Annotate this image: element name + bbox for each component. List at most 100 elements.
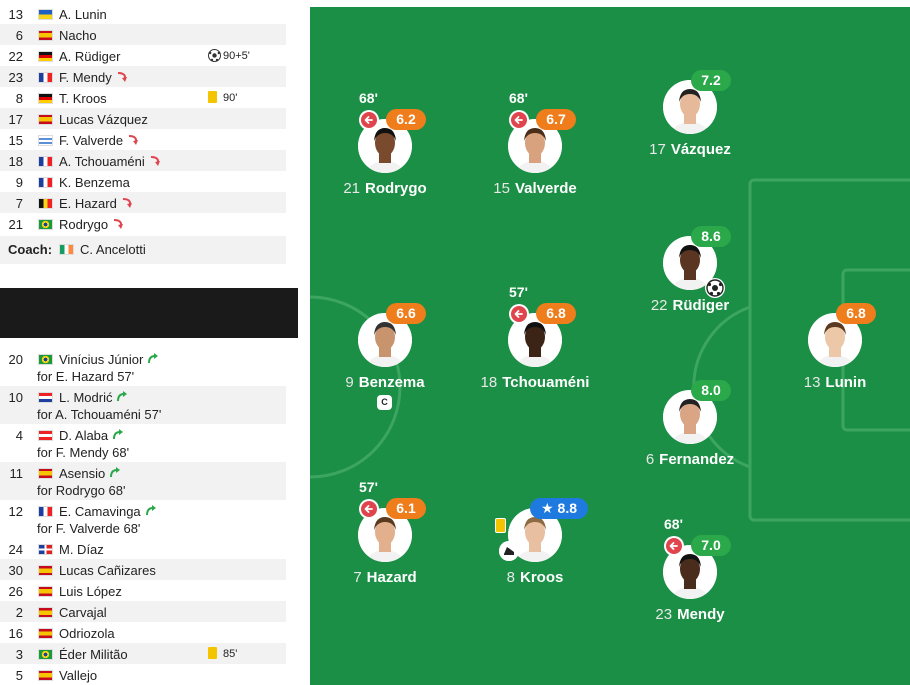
player-label: 13 Lunin bbox=[760, 374, 910, 391]
flag-spain-icon bbox=[38, 607, 53, 618]
pitch-player[interactable]: 6.8 13 Lunin bbox=[775, 290, 895, 410]
coach-row[interactable]: Coach: C. Ancelotti bbox=[0, 236, 286, 264]
player-name[interactable]: Asensio bbox=[59, 466, 121, 481]
substitute-row[interactable]: 20 Vinícius Júnior for E. Hazard 57' bbox=[0, 348, 286, 386]
player-name[interactable]: F. Valverde bbox=[59, 133, 139, 148]
flag-belgium-icon bbox=[38, 198, 53, 209]
substitute-row[interactable]: 4 D. Alaba for F. Mendy 68' bbox=[0, 424, 286, 462]
pitch-player[interactable]: 8.0 6 Fernandez bbox=[630, 367, 750, 487]
substitution-time: 68' bbox=[664, 516, 683, 532]
flag-dominican-icon bbox=[38, 544, 53, 555]
player-rating: 6.7 bbox=[546, 111, 566, 127]
player-name-text: A. Tchouaméni bbox=[59, 154, 145, 169]
pitch-player[interactable]: 6.1 7 Hazard 57' bbox=[325, 479, 445, 605]
sub-in-arrow-icon bbox=[116, 391, 128, 403]
player-name[interactable]: Rodrygo bbox=[59, 217, 124, 232]
player-label: 23 Mendy bbox=[615, 606, 765, 623]
player-name[interactable]: Éder Militão bbox=[59, 647, 128, 662]
player-name[interactable]: Vallejo bbox=[59, 668, 97, 683]
lineup-row[interactable]: 22 A. Rüdiger 90+5' bbox=[0, 45, 286, 66]
pitch-player[interactable]: 6.8 18 Tchouaméni 57' bbox=[475, 284, 595, 410]
player-name[interactable]: Luis López bbox=[59, 584, 122, 599]
bench-row[interactable]: 26 Luis López bbox=[0, 580, 286, 601]
pitch-player[interactable]: ★ 8.8 8 Kroos bbox=[475, 485, 595, 605]
flag-spain-icon bbox=[38, 468, 53, 479]
player-name[interactable]: A. Lunin bbox=[59, 7, 107, 22]
pitch-player[interactable]: 6.7 15 Valverde 68' bbox=[475, 90, 595, 216]
lineup-row[interactable]: 15 F. Valverde bbox=[0, 129, 286, 150]
event-time: 90' bbox=[223, 92, 238, 104]
arrow-left-icon bbox=[361, 112, 377, 128]
lineup-row[interactable]: 17 Lucas Vázquez bbox=[0, 108, 286, 129]
flag-germany-icon bbox=[38, 51, 53, 62]
sub-in-arrow-icon bbox=[112, 429, 124, 441]
player-name[interactable]: Carvajal bbox=[59, 605, 107, 620]
player-name: Tchouaméni bbox=[502, 374, 590, 391]
lineup-row[interactable]: 7 E. Hazard bbox=[0, 192, 286, 213]
player-name: Lunin bbox=[825, 374, 867, 391]
player-name[interactable]: T. Kroos bbox=[59, 91, 107, 106]
bench-row[interactable]: 16 Odriozola bbox=[0, 622, 286, 643]
player-name[interactable]: M. Díaz bbox=[59, 542, 104, 557]
substitute-row[interactable]: 10 L. Modrić for A. Tchouaméni 57' bbox=[0, 386, 286, 424]
shirt-number: 21 bbox=[343, 180, 360, 197]
player-name[interactable]: Lucas Vázquez bbox=[59, 112, 148, 127]
player-rating-badge: 7.0 bbox=[691, 535, 731, 556]
substitution-note: for F. Mendy 68' bbox=[37, 445, 130, 460]
player-name[interactable]: L. Modrić bbox=[59, 390, 128, 405]
player-name[interactable]: A. Tchouaméni bbox=[59, 154, 161, 169]
lineup-row[interactable]: 23 F. Mendy bbox=[0, 66, 286, 87]
player-rating-badge: 6.2 bbox=[386, 109, 426, 130]
player-name[interactable]: Nacho bbox=[59, 28, 97, 43]
substitute-row[interactable]: 11 Asensio for Rodrygo 68' bbox=[0, 462, 286, 500]
bench-row[interactable]: 5 Vallejo bbox=[0, 664, 286, 685]
player-name[interactable]: D. Alaba bbox=[59, 428, 124, 443]
player-rating: 8.6 bbox=[701, 228, 721, 244]
flag-spain-icon bbox=[38, 565, 53, 576]
player-label: 21 Rodrygo bbox=[310, 180, 460, 197]
bench-row[interactable]: 24 M. Díaz bbox=[0, 538, 286, 559]
player-name[interactable]: F. Mendy bbox=[59, 70, 128, 85]
lineup-row[interactable]: 8 T. Kroos 90' bbox=[0, 87, 286, 108]
shirt-number: 6 bbox=[15, 28, 23, 43]
shirt-number: 4 bbox=[15, 428, 23, 443]
player-rating-badge: 6.8 bbox=[836, 303, 876, 324]
bench-row[interactable]: 3 Éder Militão 85' bbox=[0, 643, 286, 664]
flag-spain-icon bbox=[38, 586, 53, 597]
lineup-row[interactable]: 21 Rodrygo bbox=[0, 213, 286, 234]
pitch-view: 6.2 21 Rodrygo 68' 6.7 15 Valverde 68' 7.2 17 Vázq… bbox=[310, 7, 910, 685]
player-name-text: E. Hazard bbox=[59, 196, 117, 211]
pitch-player[interactable]: 7.0 23 Mendy 68' bbox=[630, 516, 750, 642]
lineup-row[interactable]: 13 A. Lunin bbox=[0, 3, 286, 24]
pitch-player[interactable]: 6.2 21 Rodrygo 68' bbox=[325, 90, 445, 216]
player-rating-badge: 8.6 bbox=[691, 226, 731, 247]
pitch-player[interactable]: 7.2 17 Vázquez bbox=[630, 57, 750, 177]
lineup-row[interactable]: 6 Nacho bbox=[0, 24, 286, 45]
pitch-player[interactable]: 8.6 22 Rüdiger bbox=[630, 213, 750, 333]
lineup-row[interactable]: 9 K. Benzema bbox=[0, 171, 286, 192]
substitute-row[interactable]: 12 E. Camavinga for F. Valverde 68' bbox=[0, 500, 286, 538]
event-info: 85' bbox=[208, 647, 237, 660]
coach-name[interactable]: C. Ancelotti bbox=[80, 242, 146, 257]
player-name[interactable]: E. Camavinga bbox=[59, 504, 157, 519]
player-name[interactable]: Odriozola bbox=[59, 626, 115, 641]
player-name: Rüdiger bbox=[672, 297, 730, 314]
player-name[interactable]: Lucas Cañizares bbox=[59, 563, 156, 578]
flag-uruguay-icon bbox=[38, 135, 53, 146]
lineup-row[interactable]: 18 A. Tchouaméni bbox=[0, 150, 286, 171]
shirt-number: 5 bbox=[15, 668, 23, 683]
shirt-number: 23 bbox=[655, 606, 673, 623]
player-name-text: Asensio bbox=[59, 466, 106, 481]
flag-spain-icon bbox=[38, 628, 53, 639]
bench-row[interactable]: 30 Lucas Cañizares bbox=[0, 559, 286, 580]
shirt-number: 9 bbox=[15, 175, 23, 190]
bench-row[interactable]: 2 Carvajal bbox=[0, 601, 286, 622]
player-name[interactable]: E. Hazard bbox=[59, 196, 133, 211]
flag-spain-icon bbox=[38, 114, 53, 125]
player-name[interactable]: K. Benzema bbox=[59, 175, 130, 190]
player-name[interactable]: A. Rüdiger bbox=[59, 49, 120, 64]
player-name-text: E. Camavinga bbox=[59, 504, 141, 519]
substitution-note: for Rodrygo 68' bbox=[37, 483, 126, 498]
player-name[interactable]: Vinícius Júnior bbox=[59, 352, 159, 367]
pitch-player[interactable]: 6.6 9 Benzema C bbox=[325, 290, 445, 410]
